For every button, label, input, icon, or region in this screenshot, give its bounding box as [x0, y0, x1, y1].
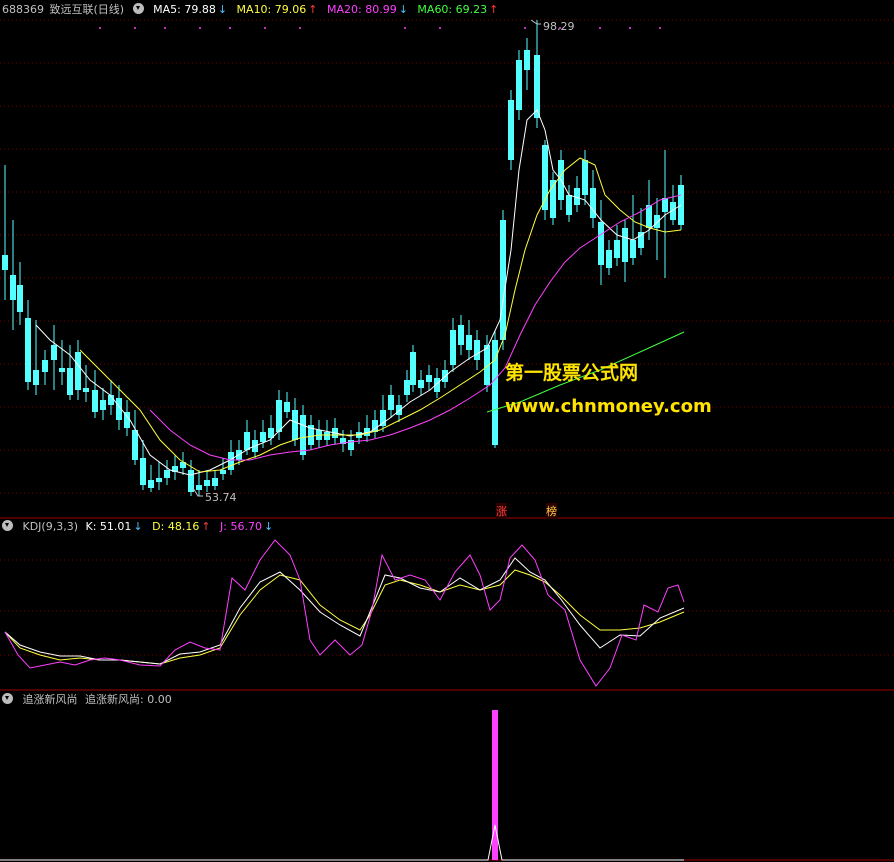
candle-body	[59, 368, 65, 372]
candle-body	[10, 275, 16, 300]
stock-name: 致远互联	[49, 3, 94, 16]
candle-body	[164, 470, 170, 478]
candle-body	[51, 345, 57, 360]
kdj-header: KDJ(9,3,3) K: 51.01 ↓ D: 48.16 ↑ J: 56.70 ↓	[2, 519, 279, 535]
ma10-readout: MA10: 79.06 ↑	[236, 3, 318, 16]
low-price-label: 53.74	[205, 491, 237, 504]
candle-body	[654, 215, 660, 228]
ma60-readout: MA60: 69.23 ↑	[417, 3, 499, 16]
candle-body	[132, 430, 138, 460]
candle-body	[260, 432, 266, 442]
candle-body	[582, 160, 588, 195]
kdj-j-line	[4, 539, 685, 687]
candle-body	[196, 485, 202, 490]
candle-body	[662, 198, 668, 212]
signal-dot	[199, 27, 201, 29]
candle-body	[500, 220, 506, 340]
ma20-readout: MA20: 80.99 ↓	[326, 3, 408, 16]
chart-canvas[interactable]	[0, 0, 894, 862]
custom-indicator-header: 追涨新风尚 追涨新风尚: 0.00	[2, 692, 178, 708]
candle-body	[276, 400, 282, 432]
signal-dot	[164, 27, 166, 29]
candle-body	[212, 478, 218, 486]
candle-body	[17, 285, 23, 312]
main-chart-header: 688369 致远互联(日线) MA5: 79.88 ↓ MA10: 79.06 ↑…	[2, 2, 504, 18]
signal-dot	[99, 27, 101, 29]
limit-up-tag[interactable]: 涨	[496, 503, 507, 519]
candle-body	[598, 222, 604, 265]
candle-body	[92, 390, 98, 412]
candle-body	[534, 55, 540, 118]
candle-body	[566, 195, 572, 215]
candle-body	[396, 405, 402, 415]
signal-dot	[629, 27, 631, 29]
kdj-k-readout: K: 51.01 ↓	[85, 520, 143, 533]
candle-body	[2, 255, 8, 270]
kdj-d-readout: D: 48.16 ↑	[152, 520, 211, 533]
candle-body	[388, 395, 394, 410]
candle-body	[140, 458, 146, 485]
candle-body	[524, 50, 530, 70]
signal-dot	[229, 27, 231, 29]
candle-body	[33, 370, 39, 385]
kdj-menu-icon[interactable]	[2, 520, 13, 531]
signal-dot	[299, 27, 301, 29]
signal-dot	[599, 27, 601, 29]
candle-body	[292, 410, 298, 440]
candle-body	[75, 352, 81, 390]
candle-body	[156, 478, 162, 482]
signal-dot	[134, 27, 136, 29]
candle-body	[42, 360, 48, 372]
candle-body	[508, 100, 514, 160]
custom-indicator-name: 追涨新风尚	[22, 693, 78, 706]
candle-body	[83, 388, 89, 392]
candle-body	[204, 480, 210, 486]
candle-body	[418, 380, 424, 388]
ma5-readout: MA5: 79.88 ↓	[153, 3, 228, 16]
candle-body	[25, 318, 31, 382]
candle-body	[622, 228, 628, 262]
signal-dot	[524, 27, 526, 29]
candle-body	[646, 205, 652, 228]
candle-body	[284, 402, 290, 412]
signal-baseline	[0, 824, 684, 861]
candle-body	[590, 188, 596, 218]
watermark-url: www.chnmoney.com	[505, 396, 712, 417]
candle-body	[148, 480, 154, 488]
signal-dot	[404, 27, 406, 29]
kdj-j-readout: J: 56.70 ↓	[220, 520, 274, 533]
candle-body	[630, 240, 636, 258]
candle-body	[426, 375, 432, 382]
high-price-label: 98.29	[543, 20, 575, 33]
candle-body	[458, 325, 464, 345]
candle-body	[466, 335, 472, 350]
indicator-menu-icon[interactable]	[132, 3, 144, 14]
period-label: (日线)	[93, 3, 125, 16]
candle-body	[300, 415, 306, 455]
candle-body	[638, 232, 644, 248]
candle-body	[380, 410, 386, 426]
signal-dot	[264, 27, 266, 29]
signal-dot	[439, 27, 441, 29]
candle-body	[410, 352, 416, 385]
candle-body	[450, 330, 456, 365]
stock-code: 688369	[2, 3, 44, 16]
candle-body	[474, 340, 480, 360]
high-marker-leader	[530, 19, 541, 25]
ranking-tag[interactable]: 榜	[546, 503, 557, 519]
custom-indicator-readout: 追涨新风尚: 0.00	[85, 693, 172, 706]
kdj-name: KDJ(9,3,3)	[22, 520, 79, 533]
watermark-title: 第一股票公式网	[505, 362, 639, 384]
candle-body	[516, 60, 522, 110]
candle-body	[324, 432, 330, 440]
candle-body	[614, 240, 620, 258]
candle-body	[244, 432, 250, 450]
signal-dot	[659, 27, 661, 29]
candle-body	[606, 250, 612, 268]
candle-body	[220, 470, 226, 474]
candle-body	[67, 368, 73, 395]
candle-body	[100, 400, 106, 410]
candle-body	[404, 380, 410, 395]
custom-menu-icon[interactable]	[2, 693, 13, 704]
